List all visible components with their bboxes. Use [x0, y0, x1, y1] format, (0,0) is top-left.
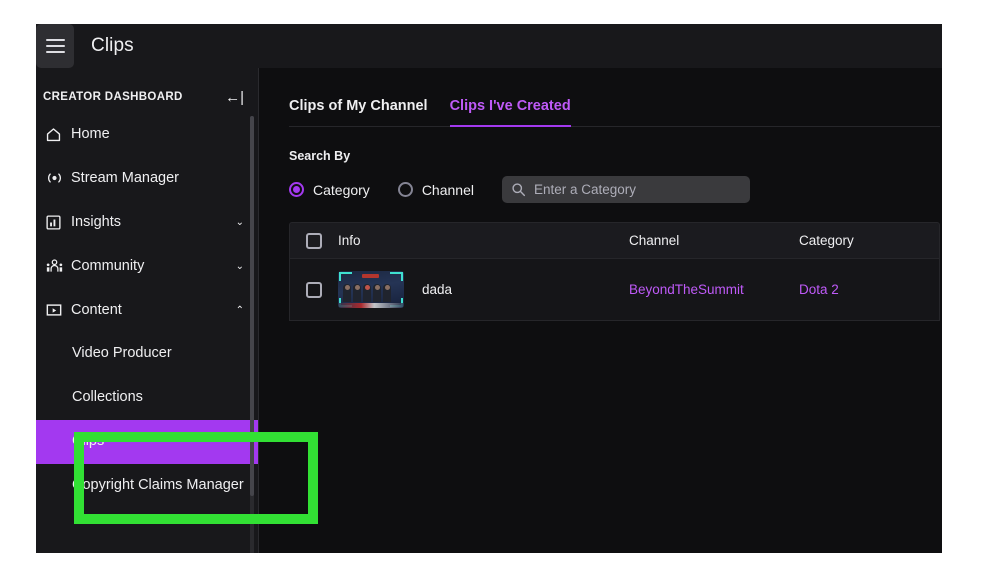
- sidebar-item-home[interactable]: Home: [36, 112, 258, 156]
- sidebar-item-label: Insights: [71, 214, 121, 230]
- search-controls: Category Channel Enter a Category: [289, 176, 942, 203]
- sidebar-item-label: Home: [71, 126, 110, 142]
- radio-category-label: Category: [313, 181, 370, 198]
- home-icon: [45, 126, 71, 143]
- sidebar-item-insights[interactable]: Insights ⌄: [36, 200, 258, 244]
- search-placeholder: Enter a Category: [533, 182, 637, 197]
- creator-dashboard-app: Clips CREATOR DASHBOARD ←| Home Stream M…: [36, 24, 942, 553]
- search-icon: [511, 182, 528, 197]
- radio-channel-label: Channel: [421, 181, 474, 198]
- sidebar-item-label: Community: [71, 258, 145, 274]
- tab-clips-ive-created[interactable]: Clips I've Created: [449, 98, 571, 127]
- radio-channel-dot: [397, 182, 413, 197]
- cell-category[interactable]: Dota 2: [799, 282, 939, 297]
- tab-clips-of-my-channel[interactable]: Clips of My Channel: [289, 98, 428, 127]
- sidebar-subitem-label: Collections: [72, 389, 143, 406]
- collapse-left-icon[interactable]: ←|: [225, 90, 244, 105]
- row-checkbox[interactable]: [306, 281, 322, 298]
- cell-info: dada: [338, 271, 629, 308]
- select-all-checkbox-cell: [290, 232, 338, 249]
- page-title: Clips: [91, 35, 134, 56]
- sidebar-subitem-label: Copyright Claims Manager: [72, 477, 244, 494]
- video-icon: [45, 302, 71, 318]
- radio-channel[interactable]: Channel: [397, 181, 474, 198]
- sidebar-subitem-video-producer[interactable]: Video Producer: [36, 332, 258, 376]
- tab-bar: Clips of My Channel Clips I've Created: [289, 98, 940, 127]
- table-header-row: Info Channel Category: [289, 222, 940, 259]
- select-all-checkbox[interactable]: [306, 232, 322, 249]
- sidebar-item-content[interactable]: Content ⌃: [36, 288, 258, 332]
- sidebar-scrollbar-thumb[interactable]: [250, 116, 254, 496]
- sidebar-item-stream-manager[interactable]: Stream Manager: [36, 156, 258, 200]
- sidebar-item-label: Stream Manager: [71, 170, 179, 186]
- top-bar: Clips: [36, 24, 942, 68]
- column-header-category: Category: [799, 233, 854, 248]
- sidebar-header: CREATOR DASHBOARD ←|: [36, 82, 258, 112]
- hamburger-icon[interactable]: [36, 24, 74, 68]
- chevron-down-icon[interactable]: ⌄: [236, 261, 244, 272]
- main-content: Clips of My Channel Clips I've Created S…: [259, 68, 942, 553]
- chevron-down-icon[interactable]: ⌄: [236, 217, 244, 228]
- column-header-info: Info: [338, 233, 361, 248]
- radio-category[interactable]: Category: [289, 182, 370, 198]
- sidebar-item-label: Content: [71, 302, 122, 318]
- radio-category-dot: [289, 182, 304, 197]
- table-row[interactable]: dada BeyondTheSummit Dota 2: [289, 259, 940, 321]
- search-by-label: Search By: [289, 149, 351, 163]
- clips-table: Info Channel Category dada BeyondTheSumm…: [289, 222, 940, 321]
- clip-thumbnail-icon[interactable]: [338, 271, 404, 308]
- sidebar-subitem-label: Video Producer: [72, 345, 172, 362]
- search-input[interactable]: Enter a Category: [501, 176, 750, 203]
- people-icon: [45, 258, 71, 275]
- chevron-up-icon[interactable]: ⌃: [236, 305, 244, 316]
- sidebar-subitem-copyright-claims-manager[interactable]: Copyright Claims Manager: [36, 464, 258, 508]
- sidebar: CREATOR DASHBOARD ←| Home Stream Manager: [36, 68, 258, 553]
- sidebar-subitem-clips[interactable]: Clips: [36, 420, 258, 464]
- sidebar-scrollbar[interactable]: [250, 116, 254, 553]
- clip-title: dada: [422, 282, 453, 297]
- broadcast-icon: [45, 171, 71, 185]
- sidebar-subitem-collections[interactable]: Collections: [36, 376, 258, 420]
- column-header-channel: Channel: [629, 233, 680, 248]
- row-checkbox-cell: [290, 281, 338, 298]
- sidebar-item-community[interactable]: Community ⌄: [36, 244, 258, 288]
- chart-icon: [45, 214, 71, 231]
- sidebar-header-label: CREATOR DASHBOARD: [43, 91, 183, 103]
- sidebar-subitem-label: Clips: [72, 433, 105, 450]
- cell-channel[interactable]: BeyondTheSummit: [629, 282, 799, 297]
